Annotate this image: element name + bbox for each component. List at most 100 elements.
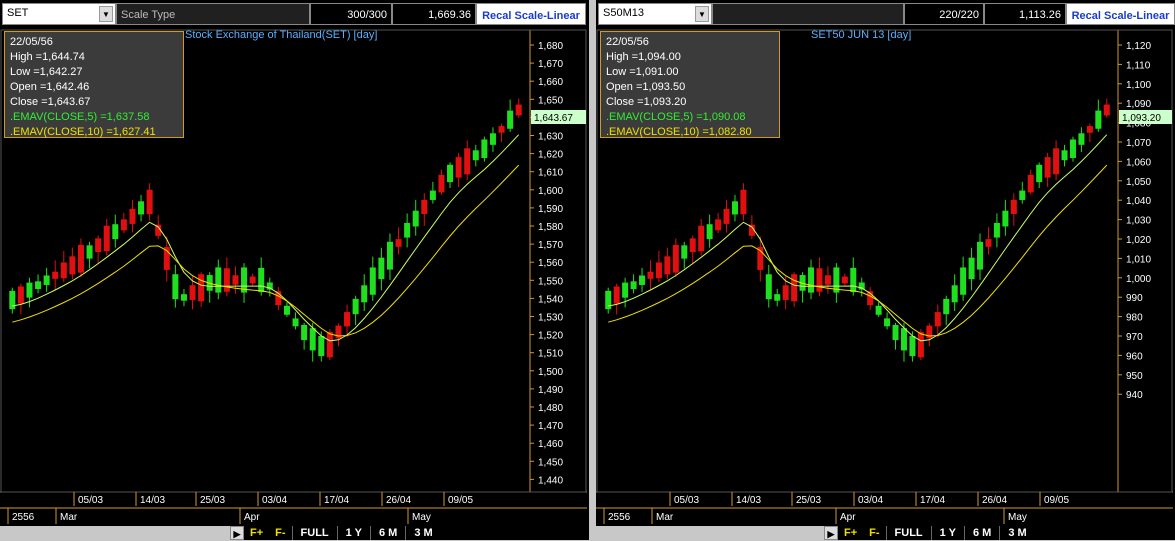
scroll-right-icon[interactable]: ▶ [824,526,838,540]
y-tick-label: 1,090 [1126,99,1151,110]
y-tick-label: 1,620 [538,150,563,161]
zoom-out-button[interactable]: F- [269,526,292,540]
y-tick-label: 1,450 [538,457,563,468]
candle-body [438,174,445,193]
candle-body [43,275,50,285]
y-tick-label: 1,060 [1126,157,1151,168]
month-label: Mar [656,512,674,523]
candle-body [1061,150,1068,161]
y-tick-label: 1,550 [538,276,563,287]
y-tick-label: 1,100 [1126,80,1151,91]
info-open: Open =1,642.46 [10,81,90,93]
candle-body [723,208,730,224]
candle-body [17,286,24,304]
3m-button[interactable]: 3 M [999,526,1035,540]
candle-body [198,274,205,302]
candle-body [498,126,505,133]
candle-body [112,224,119,240]
y-tick-label: 1,530 [538,313,563,324]
info-high: High =1,094.00 [606,51,681,63]
candle-body [816,268,823,292]
candle-body [172,274,179,300]
y-tick-label: 1,480 [538,403,563,414]
candle-body [361,285,368,303]
candle-body [301,324,308,341]
candle-body [464,148,471,175]
x-tick-label: 17/04 [324,495,349,506]
full-button[interactable]: FULL [885,526,931,540]
candle-body [841,276,848,284]
candle-body [103,225,110,252]
y-tick-label: 1,440 [538,475,563,486]
month-label: 2556 [12,512,35,523]
y-tick-label: 1,680 [538,41,563,52]
candle-body [977,241,984,270]
candle-body [215,267,222,293]
ema5-line [12,134,520,342]
candle-body [1053,148,1060,175]
y-tick-label: 1,650 [538,95,563,106]
info-ema5: .EMAV(CLOSE,5) =1,637.58 [10,111,150,123]
candle-body [774,294,781,301]
1y-button[interactable]: 1 Y [336,526,370,540]
candle-body [1069,139,1076,158]
y-tick-label: 960 [1126,351,1143,362]
zoom-in-button[interactable]: F+ [838,526,864,540]
3m-button[interactable]: 3 M [405,526,441,540]
candle-body [326,331,333,358]
set-chart-panel: SET ▼ Scale Type 300/300 1,669.36 Recal S… [0,0,589,540]
y-tick-label: 1,580 [538,222,563,233]
bottom-bar: ▶ F+ F- FULL 1 Y 6 M 3 M [0,526,589,540]
candle-body [1036,164,1043,183]
candle-body [1103,104,1110,116]
y-tick-label: 1,600 [538,186,563,197]
full-button[interactable]: FULL [291,526,337,540]
x-tick-label: 03/04 [262,495,287,506]
zoom-out-button[interactable]: F- [863,526,886,540]
candle-body [824,275,831,285]
candle-body [731,201,738,215]
y-tick-label: 1,560 [538,258,563,269]
candle-body [404,222,411,238]
candle-body [951,285,958,303]
candle-body [715,219,722,231]
y-tick-label: 970 [1126,332,1143,343]
zoom-in-button[interactable]: F+ [244,526,270,540]
candle-body [455,157,462,178]
info-ema10: .EMAV(CLOSE,10) =1,082.80 [606,126,752,138]
scroll-right-icon[interactable]: ▶ [230,526,244,540]
candle-body [993,222,1000,238]
candle-body [808,267,815,293]
candle-body [917,331,924,358]
y-tick-label: 1,610 [538,168,563,179]
x-tick-label: 25/03 [796,495,821,506]
month-label: 2556 [608,512,631,523]
1y-button[interactable]: 1 Y [930,526,964,540]
candle-body [249,276,256,284]
6m-button[interactable]: 6 M [963,526,1000,540]
candle-body [1027,174,1034,193]
candle-body [77,244,84,273]
y-tick-label: 1,630 [538,132,563,143]
candle-body [129,208,136,224]
x-tick-label: 26/04 [982,495,1007,506]
y-tick-label: 1,660 [538,77,563,88]
s50-chart-panel: S50M13 ▼ 220/220 1,113.26 Recal Scale-Lin… [596,0,1175,540]
candle-body [507,110,514,129]
x-tick-label: 03/04 [858,495,883,506]
candle-body [672,244,679,273]
y-tick-label: 1,670 [538,59,563,70]
y-tick-label: 980 [1126,313,1143,324]
y-tick-label: 950 [1126,371,1143,382]
candle-body [892,324,899,341]
6m-button[interactable]: 6 M [369,526,406,540]
bottom-bar: ▶ F+ F- FULL 1 Y 6 M 3 M [596,526,1175,540]
candle-body [489,133,496,145]
candle-body [26,282,33,298]
y-tick-label: 1,470 [538,421,563,432]
candle-body [698,225,705,252]
y-tick-label: 1,040 [1126,196,1151,207]
ohlc-info-box: 22/05/56 High =1,094.00 Low =1,091.00 Op… [600,31,780,138]
candle-body [740,189,747,215]
candle-body [639,275,646,285]
